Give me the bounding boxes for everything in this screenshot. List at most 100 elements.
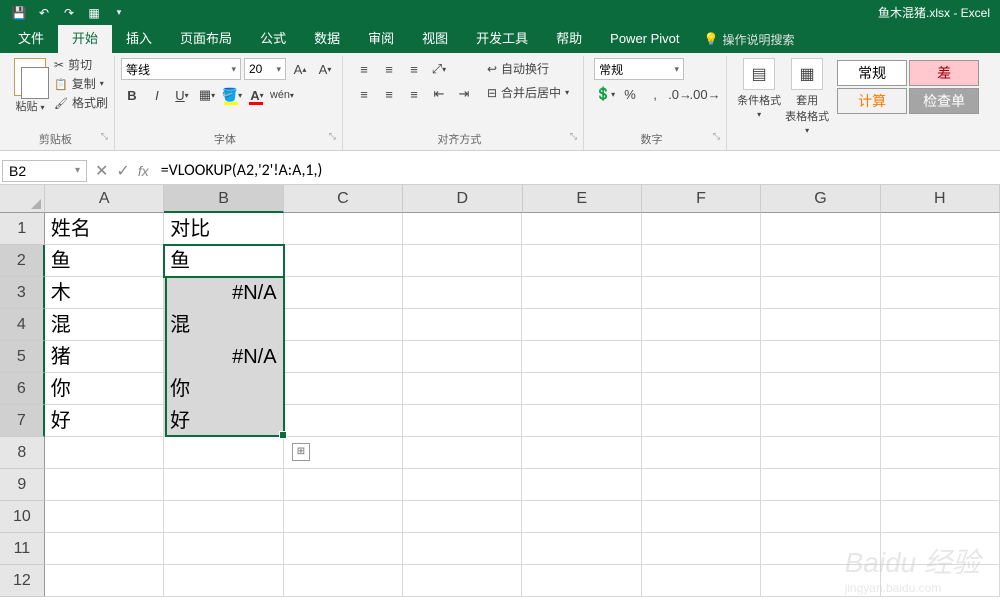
cell-H6[interactable]	[881, 373, 1000, 405]
cell-E4[interactable]	[522, 309, 641, 341]
cell-D5[interactable]	[403, 341, 522, 373]
tab-layout[interactable]: 页面布局	[166, 25, 246, 53]
row-header-5[interactable]: 5	[0, 341, 45, 373]
cell-E2[interactable]	[522, 245, 641, 277]
indent-inc-icon[interactable]: ⇥	[453, 83, 475, 105]
cell-E8[interactable]	[522, 437, 641, 469]
formula-input[interactable]	[157, 159, 1000, 182]
cell-G12[interactable]	[761, 565, 880, 597]
inc-decimal-icon[interactable]: .0→	[669, 83, 691, 105]
row-header-9[interactable]: 9	[0, 469, 45, 501]
italic-button[interactable]: I	[146, 84, 168, 106]
cond-format-button[interactable]: ▤条件格式▾	[737, 58, 781, 136]
cell-G2[interactable]	[761, 245, 880, 277]
table-format-button[interactable]: ▦套用 表格格式▾	[785, 58, 829, 136]
row-header-6[interactable]: 6	[0, 373, 45, 405]
cut-button[interactable]: 剪切	[54, 56, 108, 73]
cell-H5[interactable]	[881, 341, 1000, 373]
cell-B12[interactable]	[164, 565, 283, 597]
tab-help[interactable]: 帮助	[542, 25, 596, 53]
cell-G7[interactable]	[761, 405, 880, 437]
cell-C1[interactable]	[284, 213, 403, 245]
cell-F10[interactable]	[642, 501, 761, 533]
orientation-icon[interactable]: ⤢▾	[428, 58, 450, 80]
row-header-11[interactable]: 11	[0, 533, 45, 565]
col-header-C[interactable]: C	[284, 185, 403, 213]
cell-A3[interactable]: 木	[45, 277, 164, 309]
comma-icon[interactable]: ,	[644, 83, 666, 105]
col-header-E[interactable]: E	[523, 185, 642, 213]
cell-F3[interactable]	[642, 277, 761, 309]
cell-G1[interactable]	[761, 213, 880, 245]
cell-A7[interactable]: 好	[45, 405, 164, 437]
cell-G11[interactable]	[761, 533, 880, 565]
cell-G6[interactable]	[761, 373, 880, 405]
cell-B11[interactable]	[164, 533, 283, 565]
cell-C6[interactable]	[284, 373, 403, 405]
fx-icon[interactable]: fx	[138, 163, 157, 179]
cell-H8[interactable]	[881, 437, 1000, 469]
tab-pivot[interactable]: Power Pivot	[596, 25, 693, 53]
cell-C7[interactable]	[284, 405, 403, 437]
tab-review[interactable]: 审阅	[354, 25, 408, 53]
col-header-B[interactable]: B	[164, 185, 283, 213]
tab-formulas[interactable]: 公式	[246, 25, 300, 53]
cell-D7[interactable]	[403, 405, 522, 437]
cell-A5[interactable]: 猪	[45, 341, 164, 373]
style-bad[interactable]: 差	[909, 60, 979, 86]
cell-G10[interactable]	[761, 501, 880, 533]
cell-G3[interactable]	[761, 277, 880, 309]
cell-A1[interactable]: 姓名	[45, 213, 164, 245]
cell-C9[interactable]	[284, 469, 403, 501]
row-header-2[interactable]: 2	[0, 245, 45, 277]
align-top-icon[interactable]: ≡	[353, 58, 375, 80]
cell-H7[interactable]	[881, 405, 1000, 437]
row-header-4[interactable]: 4	[0, 309, 45, 341]
decrease-font-icon[interactable]: A▾	[314, 58, 336, 80]
copy-button[interactable]: 复制 ▾	[54, 75, 108, 92]
cell-B10[interactable]	[164, 501, 283, 533]
cell-D1[interactable]	[403, 213, 522, 245]
col-header-A[interactable]: A	[45, 185, 164, 213]
cell-C5[interactable]	[284, 341, 403, 373]
confirm-formula-icon[interactable]: ✓	[116, 161, 129, 181]
currency-icon[interactable]: 💲▾	[594, 83, 616, 105]
dec-decimal-icon[interactable]: .00→	[694, 83, 716, 105]
cell-H10[interactable]	[881, 501, 1000, 533]
cell-C12[interactable]	[284, 565, 403, 597]
cell-E6[interactable]	[522, 373, 641, 405]
font-name-combo[interactable]: 等线	[121, 58, 241, 80]
cell-B4[interactable]: 混	[164, 309, 283, 341]
cell-E1[interactable]	[522, 213, 641, 245]
cancel-formula-icon[interactable]: ✕	[95, 161, 108, 181]
font-size-combo[interactable]: 20	[244, 58, 286, 80]
tab-home[interactable]: 开始	[58, 25, 112, 53]
phonetic-button[interactable]: wén▾	[271, 84, 293, 106]
cell-G8[interactable]	[761, 437, 880, 469]
indent-dec-icon[interactable]: ⇤	[428, 83, 450, 105]
tab-view[interactable]: 视图	[408, 25, 462, 53]
row-header-8[interactable]: 8	[0, 437, 45, 469]
cell-F2[interactable]	[642, 245, 761, 277]
number-format-combo[interactable]: 常规	[594, 58, 684, 80]
align-middle-icon[interactable]: ≡	[378, 58, 400, 80]
bold-button[interactable]: B	[121, 84, 143, 106]
cell-D4[interactable]	[403, 309, 522, 341]
fill-color-button[interactable]: 🪣▾	[221, 84, 243, 106]
cell-B3[interactable]: #N/A	[164, 277, 283, 309]
cell-E11[interactable]	[522, 533, 641, 565]
cell-E7[interactable]	[522, 405, 641, 437]
cell-H12[interactable]	[881, 565, 1000, 597]
cell-E9[interactable]	[522, 469, 641, 501]
cell-styles-gallery[interactable]: 常规 差 计算 检查单	[833, 56, 983, 138]
font-color-button[interactable]: A▾	[246, 84, 268, 106]
style-calc[interactable]: 计算	[837, 88, 907, 114]
cell-E3[interactable]	[522, 277, 641, 309]
col-header-G[interactable]: G	[761, 185, 880, 213]
cell-B6[interactable]: 你	[164, 373, 283, 405]
cell-F4[interactable]	[642, 309, 761, 341]
cell-F12[interactable]	[642, 565, 761, 597]
row-header-10[interactable]: 10	[0, 501, 45, 533]
row-header-3[interactable]: 3	[0, 277, 45, 309]
tab-data[interactable]: 数据	[300, 25, 354, 53]
